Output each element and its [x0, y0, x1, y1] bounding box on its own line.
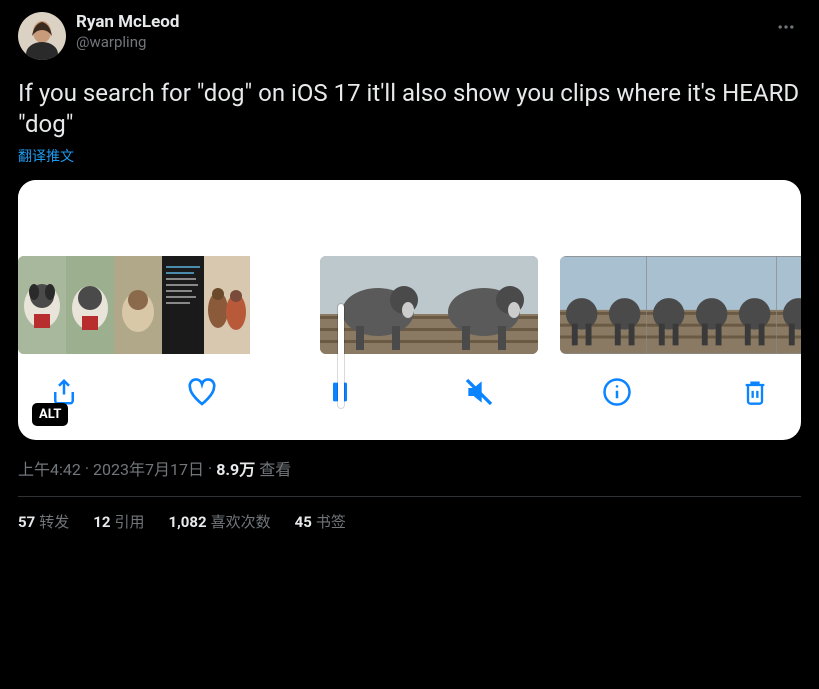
- tweet-container: Ryan McLeod @warpling If you search for …: [0, 0, 819, 532]
- tweet-metadata: 上午4:42 · 2023年7月17日 · 8.9万 查看: [18, 456, 801, 480]
- more-options-button[interactable]: [771, 12, 801, 42]
- display-name[interactable]: Ryan McLeod: [76, 12, 179, 33]
- delete-button[interactable]: [735, 372, 775, 412]
- retweets-count: 57: [18, 513, 35, 531]
- alt-badge[interactable]: ALT: [32, 403, 68, 426]
- media-toolbar: [18, 354, 801, 440]
- likes-label: 喜欢次数: [211, 513, 271, 531]
- meta-separator: ·: [85, 459, 89, 478]
- bookmarks-count: 45: [295, 513, 312, 531]
- tweet-header: Ryan McLeod @warpling: [18, 12, 801, 60]
- clip-group-3[interactable]: [560, 256, 801, 354]
- retweets-label: 转发: [39, 513, 69, 531]
- tweet-time[interactable]: 上午4:42: [18, 456, 81, 480]
- divider: [18, 496, 801, 497]
- quotes-label: 引用: [114, 513, 144, 531]
- retweets-stat[interactable]: 57转发: [18, 511, 69, 532]
- info-button[interactable]: [597, 372, 637, 412]
- clip-group-2[interactable]: [320, 256, 538, 354]
- mute-button[interactable]: [459, 372, 499, 412]
- likes-count: 1,082: [168, 513, 206, 531]
- media-whitespace: [18, 180, 801, 256]
- translate-link[interactable]: 翻译推文: [18, 146, 74, 166]
- views-label: 查看: [259, 456, 291, 480]
- avatar[interactable]: [18, 12, 66, 60]
- bookmarks-label: 书签: [316, 513, 346, 531]
- author-names: Ryan McLeod @warpling: [76, 12, 179, 52]
- handle[interactable]: @warpling: [76, 33, 179, 52]
- quotes-count: 12: [93, 513, 110, 531]
- tweet-text: If you search for "dog" on iOS 17 it'll …: [18, 78, 801, 140]
- video-timeline[interactable]: [18, 256, 801, 354]
- views-count[interactable]: 8.9万: [216, 456, 255, 480]
- likes-stat[interactable]: 1,082 喜欢次数: [168, 511, 270, 532]
- video-playhead[interactable]: [338, 304, 344, 408]
- quotes-stat[interactable]: 12引用: [93, 511, 144, 532]
- meta-separator: ·: [208, 459, 212, 478]
- tweet-stats: 57转发 12引用 1,082 喜欢次数 45书签: [18, 511, 801, 532]
- like-button[interactable]: [182, 372, 222, 412]
- bookmarks-stat[interactable]: 45书签: [295, 511, 346, 532]
- clip-group-1[interactable]: [18, 256, 298, 354]
- media-attachment[interactable]: "dog": [18, 180, 801, 440]
- tweet-date[interactable]: 2023年7月17日: [93, 456, 204, 480]
